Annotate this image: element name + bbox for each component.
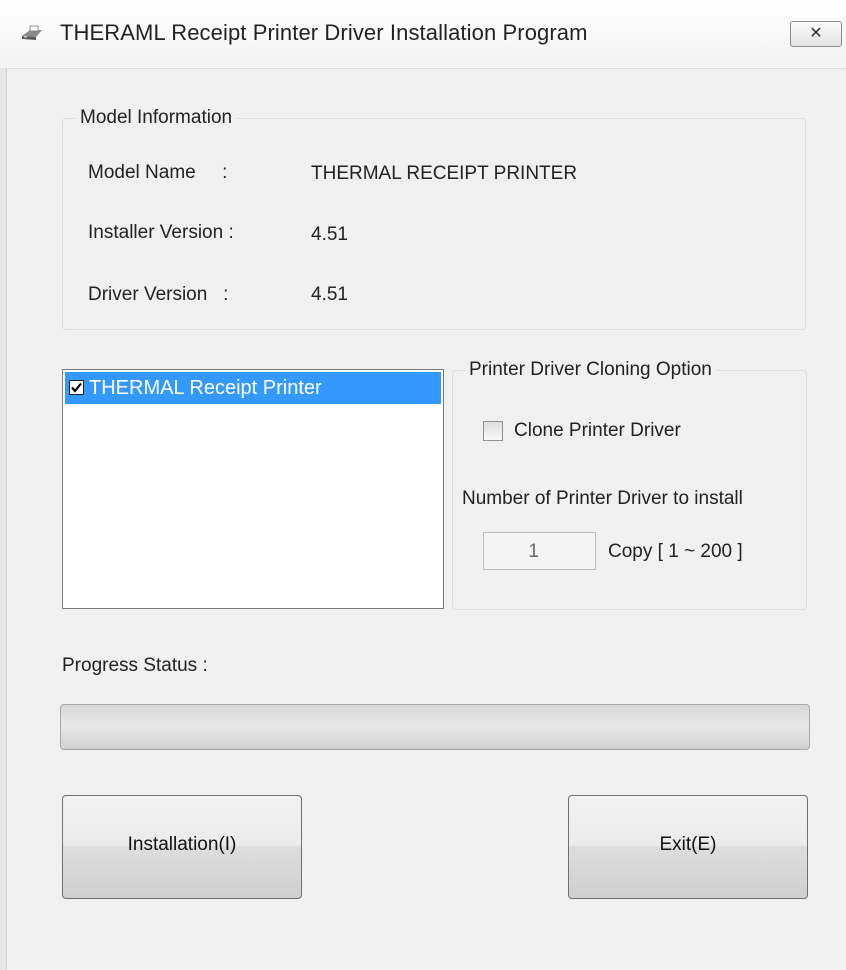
copy-range-label: Copy [ 1 ~ 200 ]: [608, 541, 743, 562]
driver-version-value: 4.51: [311, 284, 348, 305]
driver-count-label: Number of Printer Driver to install: [462, 488, 743, 509]
model-info-legend: Model Information: [76, 107, 237, 129]
exit-button[interactable]: Exit(E): [568, 795, 808, 899]
list-item[interactable]: THERMAL Receipt Printer: [65, 372, 441, 404]
window-title: THERAML Receipt Printer Driver Installat…: [60, 20, 588, 45]
close-button[interactable]: ✕: [790, 21, 842, 47]
driver-count-input[interactable]: 1: [483, 532, 596, 570]
installer-version-value: 4.51: [311, 224, 348, 245]
title-bar: THERAML Receipt Printer Driver Installat…: [0, 0, 846, 69]
clone-driver-checkbox[interactable]: [483, 421, 503, 441]
installation-button[interactable]: Installation(I): [62, 795, 302, 899]
progress-status-label: Progress Status :: [62, 655, 208, 676]
list-item-checkbox[interactable]: [69, 380, 84, 395]
cloning-legend: Printer Driver Cloning Option: [465, 359, 716, 381]
list-item-label: THERMAL Receipt Printer: [89, 377, 322, 399]
progress-bar: [60, 704, 810, 750]
installer-version-label: Installer Version :: [88, 222, 234, 243]
check-icon: [71, 382, 82, 393]
driver-version-label: Driver Version :: [88, 284, 229, 305]
clone-driver-label[interactable]: Clone Printer Driver: [514, 420, 681, 442]
window-border: [0, 68, 7, 970]
model-name-label: Model Name :: [88, 162, 228, 183]
model-name-value: THERMAL RECEIPT PRINTER: [311, 163, 578, 184]
printer-icon: [20, 24, 44, 44]
printer-list[interactable]: THERMAL Receipt Printer: [62, 369, 444, 609]
close-icon: ✕: [809, 25, 823, 42]
installation-button-label: Installation(I): [127, 834, 237, 855]
exit-button-label: Exit(E): [659, 834, 717, 855]
